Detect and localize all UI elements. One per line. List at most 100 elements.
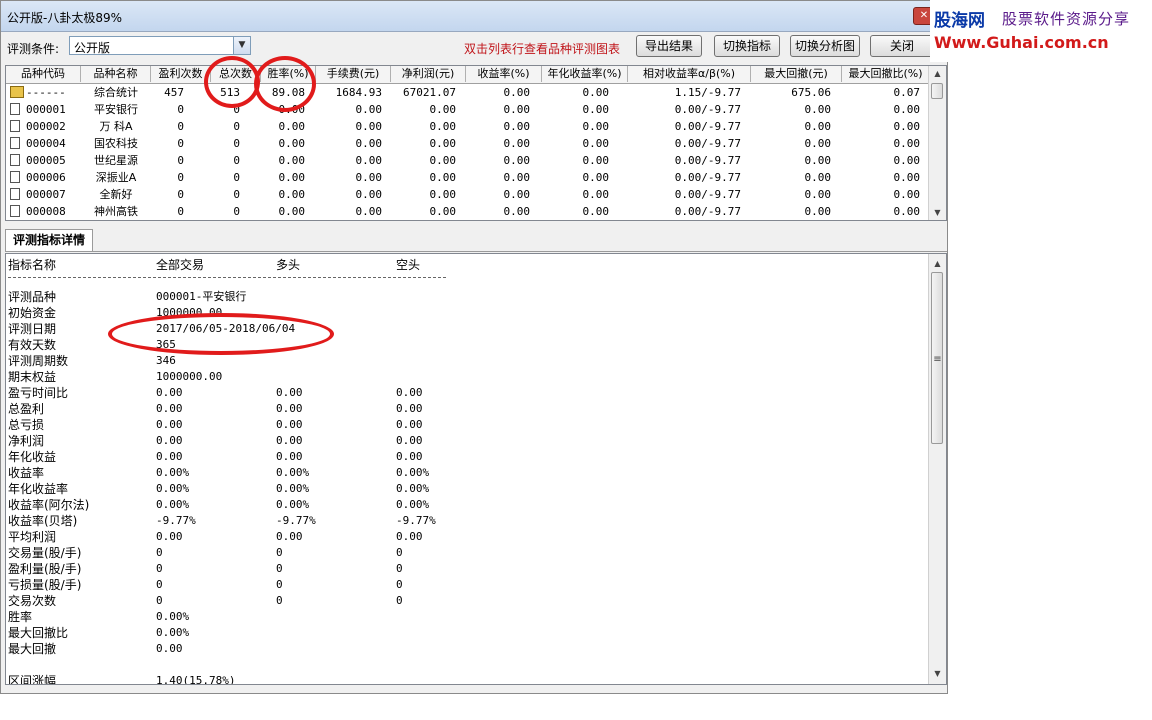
metric-name: 有效天数	[8, 338, 57, 352]
grid-cell: 0.00	[429, 120, 457, 133]
condition-select[interactable]: 公开版 ▼	[69, 36, 251, 55]
scroll-down-icon[interactable]: ▼	[929, 666, 946, 681]
metric-value: 0.00	[156, 530, 183, 543]
metric-name: 最大回撤比	[8, 626, 69, 640]
switch-indicator-button[interactable]: 切换指标	[714, 35, 780, 57]
column-header[interactable]: 相对收益率α/β(%)	[628, 66, 751, 82]
metric-name: 初始资金	[8, 306, 57, 320]
grid-cell: 0.00	[582, 154, 610, 167]
metric-name: 交易次数	[8, 594, 57, 608]
grid-cell: 0.00	[582, 120, 610, 133]
document-icon	[10, 188, 20, 200]
grid-cell: 1.15/-9.77	[674, 86, 741, 99]
grid-cell: 0.00/-9.77	[674, 205, 741, 218]
metric-value: 0.00%	[276, 482, 310, 495]
metric-value: 0.00	[396, 530, 423, 543]
column-header[interactable]: 收益率(%)	[466, 66, 542, 82]
close-button[interactable]: 关闭	[870, 35, 934, 57]
column-header[interactable]: 胜率(%)	[261, 66, 316, 82]
table-row[interactable]: 000004 国农科技 0 0 0.00 0.00 0.00 0.00 0.00 0.00/-9.…	[6, 135, 930, 152]
switch-chart-button[interactable]: 切换分析图	[790, 35, 860, 57]
metric-name: 盈亏时间比	[8, 386, 69, 400]
grid-cell: 0.00	[503, 171, 531, 184]
column-header[interactable]: 最大回撤比(%)	[842, 66, 930, 82]
metric-value: 0	[276, 562, 283, 575]
column-header[interactable]: 品种名称	[81, 66, 151, 82]
chevron-down-icon[interactable]: ▼	[233, 37, 250, 54]
metric-value: 0.00	[156, 450, 183, 463]
metric-value: 0	[156, 578, 163, 591]
scroll-thumb[interactable]	[931, 83, 943, 99]
table-row[interactable]: 000006 深振业A 0 0 0.00 0.00 0.00 0.00 0.00 0.00/-9.…	[6, 169, 930, 186]
metric-value: 0	[276, 594, 283, 607]
table-row[interactable]: 000005 世纪星源 0 0 0.00 0.00 0.00 0.00 0.00 0.00/-9.…	[6, 152, 930, 169]
column-header[interactable]: 盈利次数	[151, 66, 211, 82]
tab-detail[interactable]: 评测指标详情	[5, 229, 93, 251]
scroll-down-icon[interactable]: ▼	[929, 205, 946, 220]
grid-cell: 0.00/-9.77	[674, 154, 741, 167]
document-icon	[10, 103, 20, 115]
grid-cell: 0.00/-9.77	[674, 137, 741, 150]
metric-name: 年化收益	[8, 450, 57, 464]
grid-cell: 000006	[26, 171, 66, 184]
metric-name: 总盈利	[8, 402, 45, 416]
grip-icon: ≡	[933, 354, 942, 365]
grid-cell: 1684.93	[335, 86, 382, 99]
grid-cell: 0.00	[429, 137, 457, 150]
table-row[interactable]: 000001 平安银行 0 0 0.00 0.00 0.00 0.00 0.00 0.00/-9.…	[6, 101, 930, 118]
table-row[interactable]: 000007 全新好 0 0 0.00 0.00 0.00 0.00 0.00 0.00/-9.7…	[6, 186, 930, 203]
grid-cell: 0.00	[278, 154, 306, 167]
grid-cell: 0.00	[429, 103, 457, 116]
grid-cell: 0.00	[804, 188, 832, 201]
table-row[interactable]: 000002 万 科A 0 0 0.00 0.00 0.00 0.00 0.00 0.00/-9.…	[6, 118, 930, 135]
summary-row[interactable]: ------ 综合统计 457 513 89.08 1684.93 67021.07 0.00…	[6, 84, 930, 101]
column-header[interactable]: 年化收益率(%)	[542, 66, 628, 82]
column-header[interactable]: 净利润(元)	[391, 66, 466, 82]
metric-value: 0	[396, 546, 403, 559]
column-header[interactable]: 最大回撤(元)	[751, 66, 842, 82]
results-grid[interactable]: 品种代码 品种名称 盈利次数 总次数 胜率(%) 手续费(元) 净利润(元) 收益率(%) 年化…	[5, 65, 947, 221]
grid-header: 品种代码 品种名称 盈利次数 总次数 胜率(%) 手续费(元) 净利润(元) 收益率(%) 年化…	[6, 66, 930, 84]
metric-value: 1000000.00	[156, 370, 223, 383]
grid-cell: 0.00	[582, 103, 610, 116]
scroll-up-icon[interactable]: ▲	[929, 256, 946, 271]
column-header[interactable]: 品种代码	[6, 66, 81, 82]
title-bar[interactable]: 公开版-八卦太极89% ✕	[1, 1, 947, 32]
document-icon	[10, 154, 20, 166]
grid-cell: 0.00	[355, 205, 383, 218]
document-icon	[10, 205, 20, 217]
grid-cell: 0.00	[278, 103, 306, 116]
metric-value: 346	[156, 354, 176, 367]
metric-value: 0	[396, 594, 403, 607]
grid-cell: 000008	[26, 205, 66, 218]
scroll-up-icon[interactable]: ▲	[929, 66, 946, 81]
detail-panel: 指标名称 全部交易 多头 空头 评测品种 000001-平安银行 初始资金 1000000.0…	[5, 253, 947, 685]
export-button[interactable]: 导出结果	[636, 35, 702, 57]
column-header[interactable]: 总次数	[211, 66, 261, 82]
metric-value: 0.00%	[276, 466, 310, 479]
metric-value: -9.77%	[156, 514, 196, 527]
grid-cell: 0.00	[429, 154, 457, 167]
document-icon	[10, 137, 20, 149]
table-row[interactable]: 000008 神州高铁 0 0 0.00 0.00 0.00 0.00 0.00 0.00/-9.…	[6, 203, 930, 220]
metric-name: 总亏损	[8, 418, 45, 432]
watermark-logo: 股海网	[934, 11, 985, 31]
metric-name: 收益率(阿尔法)	[8, 498, 90, 512]
detail-scrollbar[interactable]: ▲ ≡ ▼	[928, 254, 946, 684]
metric-value: 0	[276, 578, 283, 591]
grid-cell: 0.00	[804, 171, 832, 184]
metric-value: 0.00	[276, 434, 303, 447]
grid-cell: ------	[26, 86, 66, 99]
site-watermark: 股海网 股票软件资源分享 Www.Guhai.com.cn	[930, 0, 1152, 62]
folder-icon	[10, 86, 24, 98]
column-header[interactable]: 手续费(元)	[316, 66, 391, 82]
hint-text: 双击列表行查看品种评测图表	[464, 42, 621, 56]
grid-cell: 0.00	[893, 137, 921, 150]
metric-value: 0.00	[396, 450, 423, 463]
grid-scrollbar[interactable]: ▲ ▼	[928, 66, 946, 220]
grid-cell: 0.00	[355, 120, 383, 133]
metric-value: 0.00%	[156, 610, 190, 623]
metric-value: 000001-平安银行	[156, 290, 247, 303]
metric-value: 0.00	[156, 402, 183, 415]
grid-cell: 000005	[26, 154, 66, 167]
